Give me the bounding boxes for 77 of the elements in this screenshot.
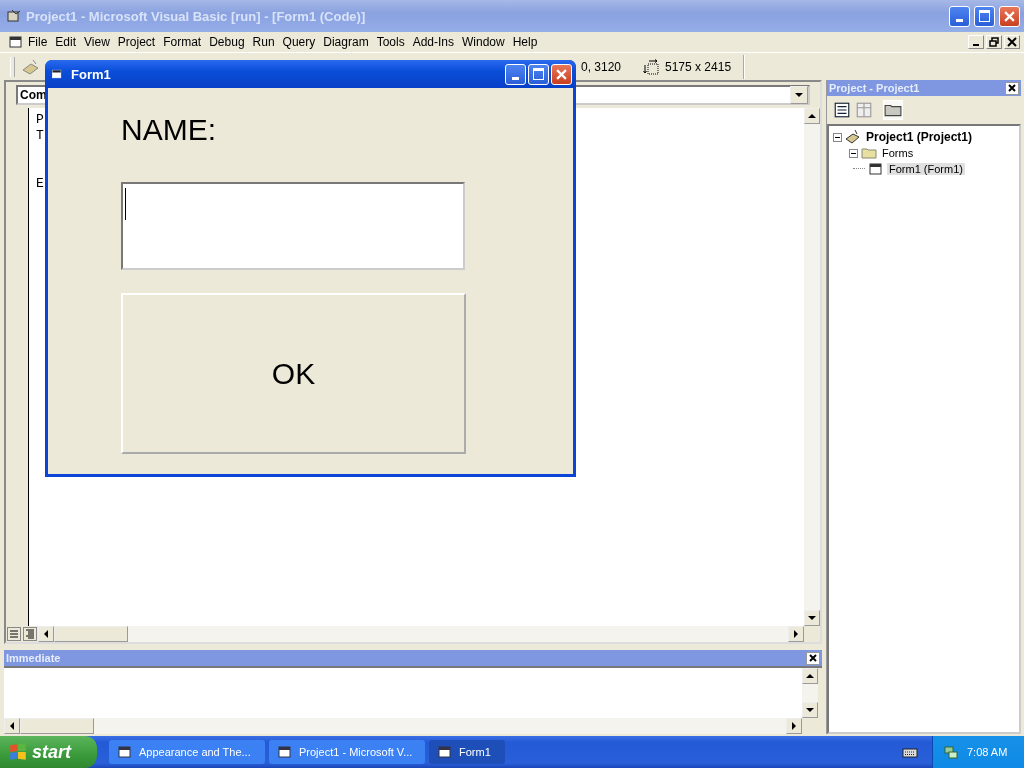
ok-button[interactable]: OK: [121, 293, 466, 454]
name-label: NAME:: [121, 112, 216, 148]
window-title: Project1 - Microsoft Visual Basic [run] - [Form1 (Code)]: [26, 8, 366, 24]
close-button[interactable]: [1005, 81, 1019, 95]
vertical-scrollbar[interactable]: [804, 108, 820, 626]
document-icon: [8, 34, 24, 50]
left-arrow-icon: [10, 722, 14, 730]
form-icon: [51, 68, 63, 80]
full-module-view-icon[interactable]: [23, 627, 37, 641]
taskbar-button[interactable]: Project1 - Microsoft V...: [269, 740, 425, 764]
panel-title: Project - Project1: [829, 82, 920, 94]
window-icon: [437, 744, 453, 760]
app-icon: [6, 8, 22, 24]
minimize-button[interactable]: [968, 35, 984, 49]
project-icon[interactable]: [21, 57, 41, 76]
view-code-icon[interactable]: [833, 101, 851, 119]
maximize-button[interactable]: [974, 5, 995, 27]
code-line: T: [36, 128, 45, 144]
form-icon: [868, 161, 884, 177]
maximize-button[interactable]: [528, 63, 549, 85]
tree-item[interactable]: Project1 (Project1): [864, 130, 975, 144]
keyboard-icon[interactable]: [902, 746, 918, 758]
folder-icon: [861, 145, 877, 161]
window-title: Form1: [71, 66, 111, 82]
menu-item[interactable]: Project: [113, 35, 160, 49]
right-arrow-icon: [792, 722, 796, 730]
menu-item[interactable]: Run: [248, 35, 279, 49]
restore-button[interactable]: [986, 35, 1002, 49]
size-text: 5175 x 2415: [665, 59, 733, 74]
menu-item[interactable]: Tools: [372, 35, 409, 49]
size-icon: [643, 58, 659, 75]
down-arrow-icon: [808, 616, 816, 620]
tree-item[interactable]: Forms: [880, 147, 916, 159]
name-field[interactable]: [121, 182, 465, 270]
right-arrow-icon: [794, 630, 798, 638]
up-arrow-icon: [808, 114, 816, 118]
position-text: 0, 3120: [581, 59, 623, 74]
flag-icon: [8, 742, 28, 762]
collapse-icon[interactable]: [849, 148, 858, 158]
dropdown-arrow-icon: [795, 93, 803, 97]
close-icon: [1004, 10, 1015, 22]
left-arrow-icon: [44, 630, 48, 638]
code-line: E: [36, 176, 45, 192]
menu-item[interactable]: Format: [159, 35, 206, 49]
window-icon: [117, 744, 133, 760]
menu-item[interactable]: Debug: [205, 35, 249, 49]
vertical-scrollbar[interactable]: [802, 668, 818, 718]
close-icon: [1007, 37, 1017, 47]
menu-item[interactable]: Help: [508, 35, 542, 49]
menu-item[interactable]: Diagram: [319, 35, 373, 49]
clock: 7:08 AM: [967, 746, 1008, 758]
network-icon[interactable]: [943, 744, 959, 760]
restore-icon: [989, 37, 999, 47]
menu-item[interactable]: Query: [278, 35, 320, 49]
taskbar-button[interactable]: Appearance and The...: [109, 740, 265, 764]
horizontal-scrollbar[interactable]: [4, 718, 802, 734]
taskbar-button[interactable]: Form1: [429, 740, 505, 764]
collapse-icon[interactable]: [833, 132, 842, 142]
menu-item[interactable]: View: [80, 35, 114, 49]
menu-item[interactable]: Add-Ins: [408, 35, 458, 49]
panel-title: Immediate: [6, 652, 61, 664]
project-icon: [845, 129, 861, 145]
down-arrow-icon: [806, 708, 814, 712]
close-icon: [1008, 84, 1016, 92]
up-arrow-icon: [806, 674, 814, 678]
window-icon: [277, 744, 293, 760]
close-icon: [809, 654, 817, 662]
menu-item[interactable]: File: [24, 35, 52, 49]
horizontal-scrollbar[interactable]: [38, 626, 804, 642]
menu-item[interactable]: Edit: [51, 35, 81, 49]
folder-icon[interactable]: [883, 100, 903, 120]
tree-item[interactable]: Form1 (Form1): [887, 163, 965, 175]
menu-item[interactable]: Window: [458, 35, 509, 49]
close-icon: [556, 68, 567, 80]
close-button[interactable]: [806, 651, 820, 665]
code-line: P: [36, 112, 45, 128]
procedure-view-icon[interactable]: [7, 627, 21, 641]
